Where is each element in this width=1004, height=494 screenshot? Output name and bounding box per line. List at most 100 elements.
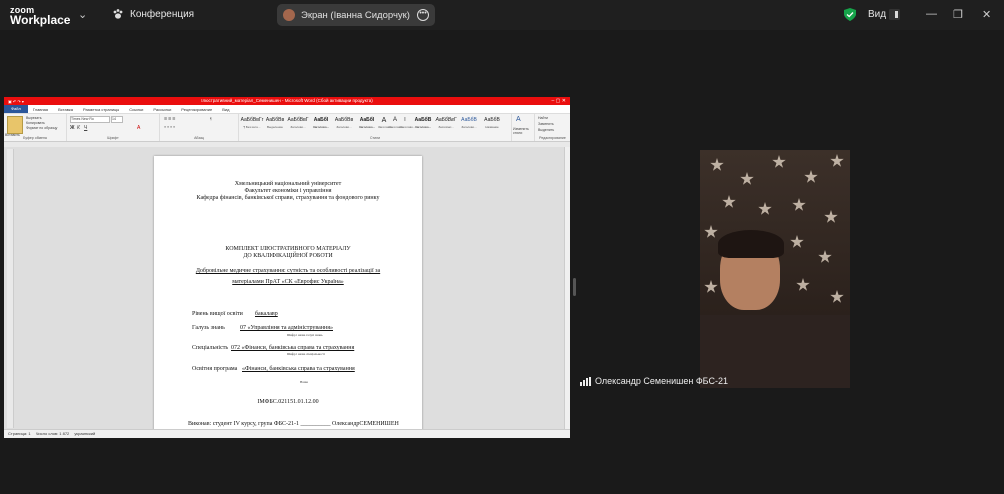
style-name: Заголово... (358, 125, 376, 129)
status-words: Число слов: 1 872 (35, 431, 70, 436)
sharer-avatar (283, 9, 295, 21)
style-item[interactable]: АаБбВв Выделение (263, 116, 287, 132)
style-item[interactable]: АаБбВвГг ¶ Без инте... (240, 116, 264, 132)
more-options-icon[interactable]: ••• (417, 9, 429, 21)
tab-insert[interactable]: Вставка (53, 107, 78, 112)
editing-group: Найти Заменить Выделить Редактирование (535, 114, 570, 141)
tab-mailings[interactable]: Рассылки (148, 107, 176, 112)
tab-page-layout[interactable]: Разметка страницы (78, 107, 124, 112)
meeting-info-button[interactable]: Конференция (112, 8, 194, 20)
panel-splitter-handle[interactable] (573, 278, 576, 296)
replace-button[interactable]: Заменить (538, 122, 554, 126)
change-styles-button[interactable]: Изменить стили (513, 127, 533, 135)
screen-share-pill[interactable]: Экран (Іванна Сидорчук) ••• (277, 4, 435, 26)
align-icons[interactable]: ≡ ≡ ≡ ≡ (164, 125, 175, 129)
close-icon[interactable]: ✕ (982, 8, 991, 21)
tab-references[interactable]: Ссылки (124, 107, 148, 112)
style-item[interactable]: І Заголово... (400, 116, 416, 132)
italic-button[interactable]: К (77, 125, 80, 131)
meeting-label: Конференция (130, 8, 195, 20)
font-size-select[interactable]: 14 (111, 116, 123, 123)
cut-button[interactable]: Вырезать (26, 116, 42, 120)
tab-view[interactable]: Вид (217, 107, 234, 112)
style-sample: І (404, 117, 406, 123)
vertical-ruler[interactable] (7, 149, 14, 428)
font-label: Шрифт (107, 136, 119, 140)
find-button[interactable]: Найти (538, 116, 548, 120)
status-page: Страница: 1 (8, 431, 31, 436)
style-item[interactable]: АаБбВв Заголово... (332, 116, 356, 132)
participant-video-tile[interactable] (700, 150, 850, 388)
participant-name: Олександр Семенишен ФБС-21 (595, 376, 728, 386)
minimize-icon[interactable]: — (926, 8, 937, 20)
style-item[interactable]: АаБбВ Заголово... (411, 116, 435, 132)
style-sample: АаБбВвГг (240, 117, 264, 123)
ribbon: Вставить Вырезать Копировать Формат по о… (4, 114, 570, 142)
font-name-select[interactable]: Times New Ro (70, 116, 110, 123)
doc-faculty: Факультет економіки і управління (244, 188, 332, 194)
paw-icon (113, 9, 123, 19)
style-sample: АаБбВв (334, 117, 354, 123)
tab-file[interactable]: Файл (4, 105, 28, 113)
style-item[interactable]: АаБбВвГ Заголово... (286, 116, 310, 132)
style-item[interactable]: АаБбВвГ Заголово... (434, 116, 458, 132)
styles-group: АаБбВвГг ¶ Без инте... АаБбВв Выделение Аа… (239, 114, 512, 141)
restore-icon[interactable]: ❐ (953, 8, 963, 21)
tab-review[interactable]: Рецензирование (176, 107, 217, 112)
style-sample: АаБбІ (359, 117, 375, 123)
change-styles-group: A Изменить стили (512, 114, 535, 141)
style-name: ¶ Без инте... (243, 125, 261, 129)
doc-field-label: Галузь знань (192, 325, 225, 331)
status-language: украинский (74, 431, 96, 436)
pilcrow-icon[interactable]: ¶ (210, 117, 212, 121)
bullets-icon[interactable]: ☰ ☰ ☰ (164, 117, 175, 121)
participant-name-label: Олександр Семенишен ФБС-21 (580, 376, 728, 386)
tab-home[interactable]: Главная (28, 107, 53, 112)
copy-button[interactable]: Копировать (26, 121, 45, 125)
word-status-bar: Страница: 1 Число слов: 1 872 украинский (4, 429, 570, 438)
meeting-top-bar: zoom Workplace ⌄ Конференция Экран (Іван… (0, 0, 1004, 30)
styles-label: Стили (369, 136, 381, 140)
style-item[interactable]: АаБбВ Название (480, 116, 504, 132)
document-area: Хмельницький національний університет Фа… (4, 147, 570, 436)
paragraph-label: Абзац (194, 136, 204, 140)
document-page[interactable]: Хмельницький національний університет Фа… (154, 156, 422, 436)
select-button[interactable]: Выделить (538, 128, 554, 132)
font-group: Times New Ro 14 Ж К Ч A Шрифт (67, 114, 160, 141)
doc-program-label: Освітня програма (192, 366, 238, 372)
quick-access-icons[interactable]: ▣ ↶ ↷ ▾ (8, 98, 24, 106)
clipboard-label: Буфер обмена (23, 136, 47, 140)
style-sample: А (392, 117, 397, 123)
word-title-bar: ▣ ↶ ↷ ▾ Ілюстративний_матеріал_Семенишен… (4, 97, 570, 105)
style-sample: АаБбВвГ (287, 117, 309, 123)
security-shield-icon[interactable] (844, 8, 856, 21)
style-sample: АаБбВ (461, 117, 477, 123)
doc-topic-1: Добровільне медичне страхування: сутніст… (195, 268, 381, 274)
style-item[interactable]: АаБбІ Заголово... (309, 116, 333, 132)
window-controls[interactable]: – ▢ ✕ (552, 97, 566, 105)
view-button[interactable]: Вид (868, 9, 886, 20)
share-label: Экран (Іванна Сидорчук) (301, 9, 410, 21)
doc-spec-value: 072 «Фінанси, банківська справа та страх… (231, 345, 355, 351)
clipboard-group: Вставить Вырезать Копировать Формат по о… (4, 114, 67, 141)
style-name: Заголово... (290, 125, 306, 129)
style-sample: АаБбВв (265, 117, 285, 123)
doc-field-value: 07 «Управління та адміністрування» (240, 325, 333, 331)
font-color-button[interactable]: A (137, 125, 140, 131)
chevron-down-icon[interactable]: ⌄ (78, 8, 87, 21)
zoom-workplace-logo[interactable]: zoom Workplace (10, 5, 70, 26)
doc-kit-title-2: ДО КВАЛІФІКАЦІЙНОЇ РОБОТИ (243, 253, 333, 259)
style-item[interactable]: АаБбІ Заголово... (355, 116, 379, 132)
style-item[interactable]: АаБбВ Заголово... (457, 116, 481, 132)
format-painter-button[interactable]: Формат по образцу (26, 126, 57, 130)
style-name: Заголово... (400, 125, 416, 129)
participant-hair (718, 230, 784, 258)
style-name: Заголово... (414, 125, 432, 129)
bold-button[interactable]: Ж (70, 125, 75, 131)
paste-icon[interactable] (7, 116, 23, 134)
change-styles-icon[interactable]: A (516, 116, 521, 123)
view-grid-icon[interactable] (889, 9, 900, 20)
underline-button[interactable]: Ч (84, 125, 87, 131)
vertical-scrollbar[interactable] (564, 147, 570, 430)
word-title: Ілюстративний_матеріал_Семенишен - Micro… (201, 98, 373, 103)
